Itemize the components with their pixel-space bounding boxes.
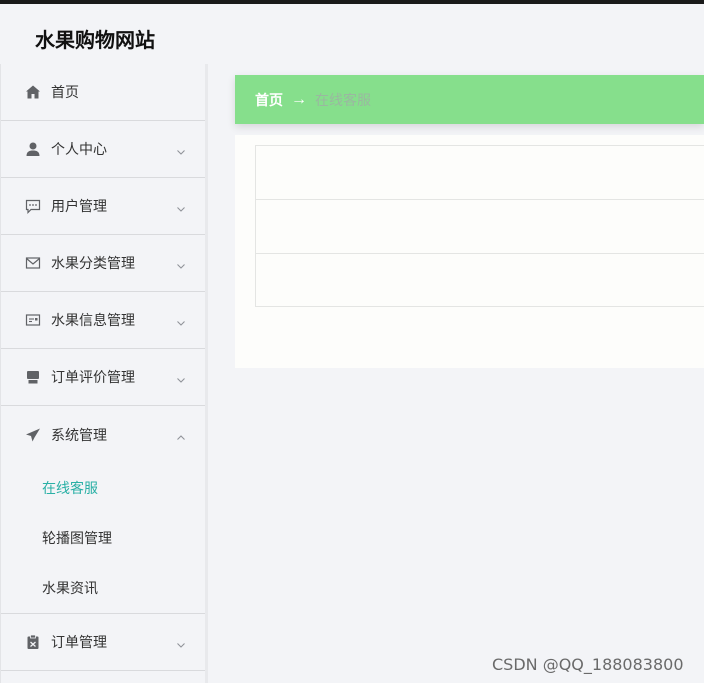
sidebar-item-label: 订单评价管理 — [51, 370, 135, 386]
sidebar-item-label: 用户管理 — [51, 199, 107, 215]
clipboard-icon — [25, 634, 41, 650]
chevron-down-icon — [176, 315, 186, 326]
sidebar-item-system-management[interactable]: 系统管理 — [1, 406, 205, 463]
home-icon — [25, 84, 41, 100]
chevron-down-icon — [176, 201, 186, 212]
content-table — [255, 145, 704, 307]
header: 水果购物网站 — [0, 4, 704, 64]
sidebar-item-label: 订单管理 — [51, 635, 107, 651]
sidebar-item-label: 首页 — [51, 85, 79, 101]
sidebar-subitem-label: 轮播图管理 — [42, 531, 112, 547]
table-row — [256, 146, 704, 200]
breadcrumb-home-link[interactable]: 首页 — [255, 90, 283, 110]
sidebar: 首页 个人中心 用户管理 水果分类管理 水果信息管理 订单评价管理 系统管理 在… — [0, 64, 208, 683]
chevron-down-icon — [176, 144, 186, 155]
sidebar-item-user-management[interactable]: 用户管理 — [1, 178, 205, 235]
sidebar-item-fruit-info[interactable]: 水果信息管理 — [1, 292, 205, 349]
chat-icon — [25, 198, 41, 214]
sidebar-item-fruit-category[interactable]: 水果分类管理 — [1, 235, 205, 292]
sidebar-subitem-carousel[interactable]: 轮播图管理 — [1, 513, 205, 563]
breadcrumb: 首页 → 在线客服 — [235, 75, 704, 124]
user-icon — [25, 141, 41, 157]
sidebar-subitem-fruit-news[interactable]: 水果资讯 — [1, 563, 205, 613]
sidebar-item-home[interactable]: 首页 — [1, 64, 205, 121]
breadcrumb-current: 在线客服 — [315, 92, 371, 109]
chevron-down-icon — [176, 372, 186, 383]
sidebar-subitem-label: 水果资讯 — [42, 581, 98, 597]
sidebar-item-personal-center[interactable]: 个人中心 — [1, 121, 205, 178]
content-card — [235, 135, 704, 368]
mail-icon — [25, 255, 41, 271]
chevron-down-icon — [176, 258, 186, 269]
chevron-up-icon — [176, 430, 186, 440]
breadcrumb-separator: → — [291, 90, 307, 108]
sidebar-item-order-management[interactable]: 订单管理 — [1, 614, 205, 671]
main-content: 首页 → 在线客服 — [235, 75, 704, 368]
table-row — [256, 254, 704, 306]
message-card-icon — [25, 312, 41, 328]
printer-icon — [25, 369, 41, 385]
sidebar-item-label: 系统管理 — [51, 427, 107, 444]
chevron-down-icon — [176, 637, 186, 648]
site-title: 水果购物网站 — [35, 28, 155, 52]
sidebar-subitem-label: 在线客服 — [42, 481, 98, 497]
send-icon — [25, 427, 41, 443]
system-submenu: 在线客服 轮播图管理 水果资讯 — [1, 463, 205, 614]
watermark: CSDN @QQ_188083800 — [492, 655, 684, 674]
table-row — [256, 200, 704, 254]
sidebar-item-label: 个人中心 — [51, 142, 107, 158]
sidebar-subitem-online-service[interactable]: 在线客服 — [1, 463, 205, 513]
sidebar-item-label: 水果信息管理 — [51, 313, 135, 329]
sidebar-item-label: 水果分类管理 — [51, 256, 135, 272]
sidebar-item-order-review[interactable]: 订单评价管理 — [1, 349, 205, 406]
